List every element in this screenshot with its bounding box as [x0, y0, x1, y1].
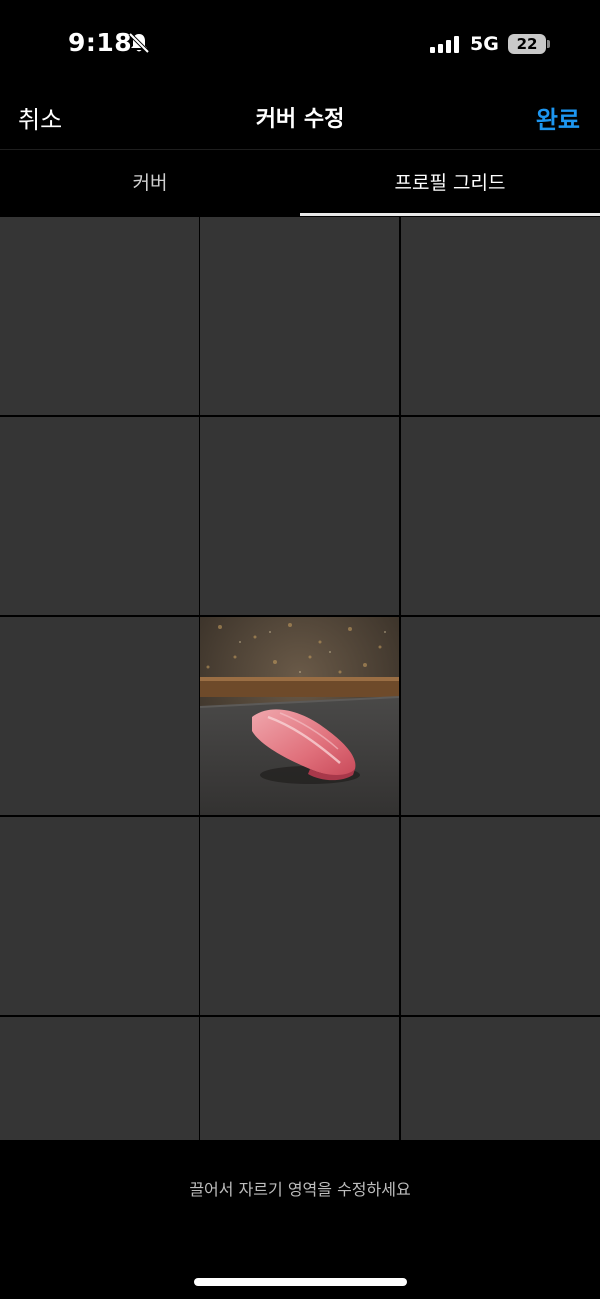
network-type: 5G	[470, 33, 499, 55]
grid-cell	[0, 817, 199, 1015]
grid-cell	[401, 617, 600, 815]
grid-cell	[200, 217, 399, 415]
grid-cell	[401, 417, 600, 615]
grid-cell	[401, 217, 600, 415]
status-time: 9:18	[68, 28, 133, 57]
crop-grid[interactable]	[0, 217, 600, 1140]
grid-cell	[401, 1017, 600, 1140]
status-bar: 9:18 5G 22	[0, 0, 600, 90]
done-button[interactable]: 완료	[536, 100, 580, 135]
cellular-signal-icon	[430, 35, 460, 53]
battery-level: 22	[516, 35, 538, 53]
page-title: 커버 수정	[255, 107, 345, 132]
battery-icon: 22	[508, 34, 546, 54]
silent-bell-icon	[128, 32, 150, 54]
nav-bar: 취소 커버 수정 완료	[0, 90, 600, 150]
grid-cell	[0, 217, 199, 415]
tab-cover[interactable]: 커버	[0, 150, 300, 217]
tab-profile-grid[interactable]: 프로필 그리드	[300, 150, 600, 217]
selected-tab-indicator	[300, 213, 600, 216]
home-indicator[interactable]	[194, 1278, 407, 1286]
grid-cell	[0, 1017, 199, 1140]
grid-cell	[200, 817, 399, 1015]
grid-cell	[200, 417, 399, 615]
crop-hint-text: 끌어서 자르기 영역을 수정하세요	[189, 1180, 411, 1199]
grid-cell	[0, 617, 199, 815]
grid-cell	[200, 1017, 399, 1140]
grid-cell	[401, 817, 600, 1015]
cover-photo-crop[interactable]	[200, 617, 399, 815]
tab-bar: 커버 프로필 그리드	[0, 150, 600, 217]
grid-cell	[0, 417, 199, 615]
tuna-nigiri-photo	[200, 617, 399, 815]
battery-cap	[547, 40, 550, 48]
